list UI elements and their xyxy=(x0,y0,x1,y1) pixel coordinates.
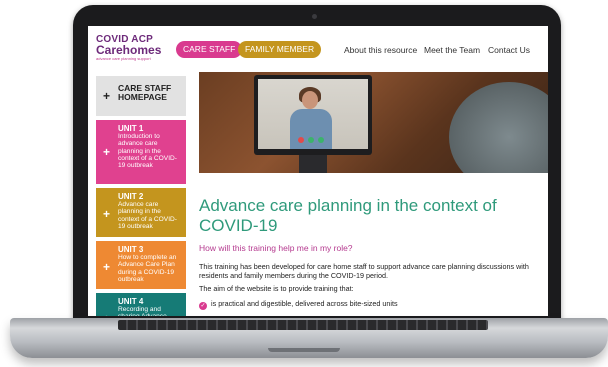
sidebar: + CARE STAFF HOMEPAGE + UNIT 1 Introduct… xyxy=(96,76,186,316)
sidebar-item-homepage[interactable]: + CARE STAFF HOMEPAGE xyxy=(96,76,186,116)
plus-icon: + xyxy=(103,145,111,159)
care-staff-button[interactable]: CARE STAFF xyxy=(176,41,243,58)
plus-icon: + xyxy=(103,207,111,221)
keyboard-edge xyxy=(118,320,488,330)
unit-description: Recording and sharing Advance Care Plans… xyxy=(118,306,167,316)
plus-icon: + xyxy=(103,260,111,274)
video-call-screen xyxy=(258,79,368,149)
sidebar-item-label: CARE STAFF HOMEPAGE xyxy=(118,83,172,102)
site-header: COVID ACP Carehomes advance care plannin… xyxy=(88,26,548,72)
section-heading: How will this training help me in my rol… xyxy=(199,243,353,253)
laptop-screen: COVID ACP Carehomes advance care plannin… xyxy=(88,26,548,316)
sidebar-item-unit2[interactable]: + UNIT 2 Advance care planning in the co… xyxy=(96,188,186,237)
laptop-mockup: COVID ACP Carehomes advance care plannin… xyxy=(0,0,608,367)
unit-title: UNIT 1 xyxy=(118,124,144,133)
intro-paragraph: This training has been developed for car… xyxy=(199,262,529,280)
laptop-keyboard-illustration xyxy=(299,155,327,173)
monitor-illustration xyxy=(254,75,372,155)
nav-contact-link[interactable]: Contact Us xyxy=(488,45,530,55)
logo-line2: Carehomes xyxy=(96,43,162,57)
end-call-icon xyxy=(298,137,304,143)
bullet-text: is practical and digestible, delivered a… xyxy=(211,299,398,308)
plus-icon: + xyxy=(103,313,110,316)
camera-icon xyxy=(318,137,324,143)
laptop-notch xyxy=(268,348,340,352)
logo-tagline: advance care planning support xyxy=(96,56,151,61)
unit-title: UNIT 4 xyxy=(118,297,144,306)
unit-description: How to complete an Advance Care Plan dur… xyxy=(118,254,177,283)
mic-icon xyxy=(308,137,314,143)
plus-icon: + xyxy=(103,89,111,103)
nav-team-link[interactable]: Meet the Team xyxy=(424,45,480,55)
check-icon: ✓ xyxy=(199,302,207,310)
hero-image xyxy=(199,72,548,173)
page-title: Advance care planning in the context of … xyxy=(199,196,497,235)
webcam-icon xyxy=(312,14,317,19)
aim-paragraph: The aim of the website is to provide tra… xyxy=(199,284,354,293)
viewer-shoulder xyxy=(449,82,548,173)
sidebar-item-unit1[interactable]: + UNIT 1 Introduction to advance care pl… xyxy=(96,120,186,184)
site-logo[interactable]: COVID ACP Carehomes advance care plannin… xyxy=(96,34,162,66)
bullet-item: ✓ is practical and digestible, delivered … xyxy=(199,299,398,310)
unit-title: UNIT 2 xyxy=(118,192,144,201)
family-member-button[interactable]: FAMILY MEMBER xyxy=(238,41,322,58)
sidebar-item-unit4[interactable]: + UNIT 4 Recording and sharing Advance C… xyxy=(96,293,186,316)
unit-description: Introduction to advance care planning in… xyxy=(118,133,177,170)
sidebar-item-unit3[interactable]: + UNIT 3 How to complete an Advance Care… xyxy=(96,241,186,289)
unit-title: UNIT 3 xyxy=(118,245,144,254)
unit-description: Advance care planning in the context of … xyxy=(118,201,177,230)
nav-about-link[interactable]: About this resource xyxy=(344,45,417,55)
